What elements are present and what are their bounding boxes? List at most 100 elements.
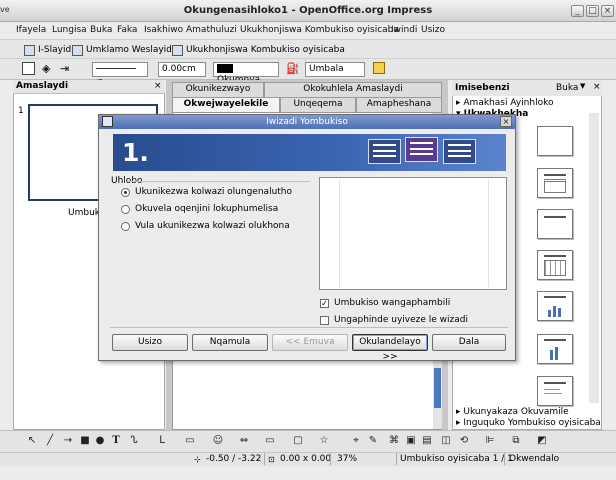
gallery-icon[interactable]: ▤ — [421, 435, 433, 447]
window-title: Okungenasihloko1 - OpenOffice.org Impres… — [183, 5, 433, 16]
extrusion-icon[interactable]: ◫ — [440, 435, 452, 447]
rectangle-tool-icon[interactable]: ■ — [79, 435, 91, 447]
connector-tool-icon[interactable]: ᒪ — [156, 435, 168, 447]
layout-title-only-icon[interactable] — [537, 209, 573, 239]
section-custom-animation[interactable]: ▸ Ukunyakaza Okuvamile — [456, 407, 569, 417]
back-button[interactable]: << Emuva — [272, 334, 348, 351]
cancel-button[interactable]: Nqamula — [192, 334, 268, 351]
layout-blank-icon[interactable] — [537, 126, 573, 156]
menu-insert[interactable]: Faka — [117, 25, 137, 35]
bottom-strip — [0, 466, 616, 480]
basic-shapes-icon[interactable]: ▭ — [184, 435, 196, 447]
section-slide-transition[interactable]: ▸ Inguquko Yombukiso oyisicaba — [456, 418, 601, 428]
glue-points-icon[interactable]: ✎ — [367, 435, 379, 447]
status-zoom[interactable]: 37% — [337, 454, 357, 465]
tab-normal[interactable]: Okwejwayelekile — [172, 97, 280, 112]
arrange-icon[interactable]: ⧉ — [510, 435, 522, 447]
curve-tool-icon[interactable]: ᔐ — [128, 435, 140, 447]
line-width-value: 0.00cm — [162, 64, 196, 74]
slideshow-button[interactable]: Ukukhonjiswa Kombukiso oyisicaba — [172, 43, 345, 57]
block-arrows-icon[interactable]: ⇔ — [238, 435, 250, 447]
3d-effects-icon[interactable]: ◩ — [536, 435, 548, 447]
checkbox-preview[interactable]: ✓ Umbukiso wangaphambili — [320, 297, 450, 309]
tab-notes[interactable]: Unqeqema — [280, 97, 356, 112]
preview-page — [339, 180, 489, 287]
new-slide-button[interactable]: I-Slayidi — [24, 43, 74, 57]
radio-button[interactable] — [121, 187, 130, 197]
radio-from-template[interactable]: Okuvela oqenjini lokuphumelisa — [121, 203, 278, 215]
text-tool-icon[interactable]: T — [110, 435, 122, 447]
stars-icon[interactable]: ☆ — [318, 435, 330, 447]
rotate-icon[interactable]: ⟲ — [458, 435, 470, 447]
vertical-scrollbar-thumb[interactable] — [434, 368, 441, 408]
menu-window[interactable]: Iwindi — [391, 25, 417, 35]
help-button[interactable]: Usizo — [112, 334, 188, 351]
minimize-button[interactable]: _ — [571, 5, 584, 17]
slide-design-button[interactable]: Umklamo Weslayidi — [72, 43, 174, 57]
next-button[interactable]: Okulandelayo >> — [352, 334, 428, 362]
maximize-button[interactable]: □ — [586, 5, 599, 17]
create-button[interactable]: Dala — [432, 334, 506, 351]
line-style-select[interactable]: ▴▾ — [92, 62, 148, 84]
arrow-style-icon[interactable]: ◈ — [42, 62, 50, 75]
line-width-field[interactable]: 0.00cm — [158, 62, 206, 77]
checkbox-box[interactable]: ✓ — [320, 298, 329, 308]
radio-button[interactable] — [121, 221, 130, 231]
tasks-pane-close-icon[interactable]: × — [593, 82, 601, 92]
grid-icon[interactable] — [22, 62, 35, 75]
section-master-pages-label: Amakhasi Ayinhloko — [463, 98, 554, 108]
slide-design-icon — [72, 44, 83, 56]
layout-title-table-icon[interactable] — [537, 250, 573, 280]
menu-file[interactable]: Ifayela — [16, 25, 46, 35]
select-arrow-icon[interactable]: ↖ — [26, 435, 38, 447]
paint-bucket-icon[interactable]: ⛽ — [286, 62, 300, 75]
radio-open-existing[interactable]: Vula ukunikezwa kolwazi olukhona — [121, 220, 290, 232]
symbol-shapes-icon[interactable]: ☺ — [212, 435, 224, 447]
wizard-step-number: 1. — [122, 138, 149, 167]
tab-slide-sorter[interactable]: Okokuhlela Amaslaydi — [264, 82, 442, 97]
fontwork-icon[interactable]: ⌘ — [388, 435, 400, 447]
layout-title-text-icon[interactable] — [537, 376, 573, 406]
menu-format[interactable]: Isakhiwo — [144, 25, 183, 35]
line-tool-icon[interactable]: ╱ — [44, 435, 56, 447]
points-icon[interactable]: ⌖ — [350, 435, 362, 447]
line-style-dropdown-icon[interactable]: ⇥ — [60, 62, 69, 75]
from-file-icon[interactable]: ▣ — [405, 435, 417, 447]
ellipse-tool-icon[interactable]: ● — [94, 435, 106, 447]
checkbox-dont-show-again-label: Ungaphinde uyiveze le wizadi — [334, 315, 468, 325]
section-master-pages[interactable]: ▸ Amakhasi Ayinhloko — [456, 98, 554, 108]
menu-view[interactable]: Buka — [90, 25, 112, 35]
tab-outline[interactable]: Okunikezwayo — [172, 82, 264, 97]
line-color-select[interactable]: Okumnya — [213, 62, 279, 85]
close-window-button[interactable]: × — [601, 5, 614, 17]
radio-button[interactable] — [121, 204, 130, 214]
shadow-icon[interactable] — [373, 62, 385, 74]
layout-title-chart-icon[interactable] — [537, 291, 573, 321]
layout-title-chart-2-icon[interactable] — [537, 334, 573, 364]
tab-handout[interactable]: Amapheshana — [356, 97, 442, 112]
radio-open-existing-label: Vula ukunikezwa kolwazi olukhona — [135, 221, 290, 231]
banner-document-icon — [443, 139, 476, 164]
menu-help[interactable]: Usizo — [421, 25, 445, 35]
tasks-pane-scrollbar[interactable] — [589, 113, 599, 403]
dialog-close-button[interactable]: × — [500, 116, 512, 127]
arrow-line-icon[interactable]: → — [62, 435, 74, 447]
dialog-title: Iwizadi Yombukiso — [99, 115, 515, 129]
checkbox-dont-show-again[interactable]: Ungaphinde uyiveze le wizadi — [320, 314, 468, 326]
radio-empty-presentation[interactable]: Ukunikezwa kolwazi olungenalutho — [121, 186, 292, 198]
slides-pane-close-icon[interactable]: × — [154, 81, 162, 91]
align-icon[interactable]: ⊫ — [484, 435, 496, 447]
tasks-view-menu[interactable]: Buka — [556, 83, 578, 93]
checkbox-box[interactable] — [320, 315, 329, 325]
tasks-pane-title: Imisebenzi — [455, 83, 510, 93]
area-style-select[interactable]: Umbala — [305, 62, 365, 77]
callouts-icon[interactable]: ▢ — [292, 435, 304, 447]
menu-edit[interactable]: Lungisa — [52, 25, 87, 35]
flowchart-icon[interactable]: ▭ — [264, 435, 276, 447]
area-style-value: Umbala — [309, 64, 344, 74]
section-slide-transition-label: Inguquko Yombukiso oyisicaba — [463, 418, 601, 428]
layout-title-content-icon[interactable] — [537, 168, 573, 198]
menu-tools[interactable]: Amathuluzi — [186, 25, 237, 35]
tasks-view-menu-chevron-icon[interactable]: ▼ — [580, 82, 585, 90]
menu-slideshow[interactable]: Ukukhonjiswa Kombukiso oyisicaba — [240, 25, 399, 35]
